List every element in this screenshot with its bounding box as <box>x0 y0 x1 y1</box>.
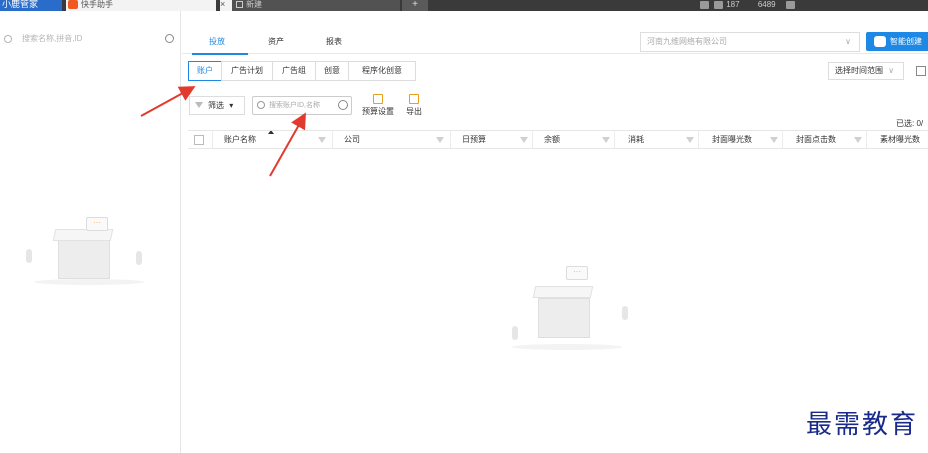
column-divider <box>212 131 213 148</box>
budget-settings-button[interactable]: 预算设置 <box>362 94 394 117</box>
box-lid <box>532 286 594 298</box>
filter-icon[interactable] <box>434 131 446 150</box>
title-bar: 小鹿管家 快手助手 × 新建 + 187 6489 <box>0 0 928 11</box>
tree-icon <box>26 249 32 263</box>
tab-reports[interactable]: 报表 <box>326 36 342 47</box>
search-placeholder: 搜索账户ID,名称 <box>269 102 320 109</box>
tab-programmatic-creative[interactable]: 程序化创意 <box>348 61 416 81</box>
column-divider <box>332 131 333 148</box>
smart-create-button[interactable]: 智能创建 <box>866 32 928 51</box>
filter-icon[interactable] <box>518 131 530 150</box>
column-account-name[interactable]: 账户名称 <box>224 131 256 150</box>
watermark: 最需教育 <box>806 410 919 440</box>
filter-icon[interactable] <box>684 131 696 150</box>
funnel-icon <box>195 102 203 108</box>
monitor-icon[interactable] <box>700 1 709 9</box>
selected-count: 已选: 0/ <box>896 119 924 128</box>
column-spend[interactable]: 消耗 <box>628 131 644 150</box>
company-select-value: 河南九维网络有限公司 <box>647 37 727 46</box>
history-icon[interactable] <box>338 100 348 110</box>
tab-account[interactable]: 账户 <box>188 61 222 81</box>
user-id[interactable]: 6489 <box>758 0 776 9</box>
account-sidebar: 搜索名称,拼音,ID ··· <box>0 11 181 453</box>
app-title: 小鹿管家 <box>2 0 39 9</box>
column-material-impressions[interactable]: 素材曝光数 <box>880 131 920 150</box>
user-icon[interactable] <box>785 1 795 9</box>
account-search-input[interactable]: 搜索名称,拼音,ID <box>4 32 178 46</box>
history-icon[interactable] <box>165 34 174 43</box>
tab-delivery[interactable]: 投放 <box>209 36 225 47</box>
table-header: 账户名称 公司 日预算 余额 消耗 封面曝光数 封面点击数 素材曝光数 <box>188 130 928 149</box>
column-divider <box>698 131 699 148</box>
time-range-select[interactable]: 选择时间范围 ∨ <box>828 62 904 80</box>
caret-down-icon: ▾ <box>229 101 234 110</box>
tree-icon <box>512 326 518 340</box>
column-cover-clicks[interactable]: 封面点击数 <box>796 131 836 150</box>
ground-shadow <box>512 344 622 350</box>
page-icon <box>236 1 243 8</box>
column-company[interactable]: 公司 <box>344 131 360 150</box>
tab-creative[interactable]: 创意 <box>315 61 349 81</box>
export-button[interactable]: 导出 <box>406 94 422 117</box>
budget-icon <box>373 94 383 104</box>
columns-icon[interactable] <box>916 66 926 76</box>
tree-icon <box>622 306 628 320</box>
app-tab-xiaolu[interactable]: 小鹿管家 <box>0 0 62 11</box>
filter-label: 筛选 <box>208 101 224 110</box>
message-bubble-icon: ··· <box>86 217 108 231</box>
smart-create-label: 智能创建 <box>890 37 922 46</box>
column-divider <box>782 131 783 148</box>
tab-new[interactable]: 新建 <box>232 0 400 11</box>
export-icon <box>409 94 419 104</box>
column-daily-budget[interactable]: 日预算 <box>462 131 486 150</box>
tab-assets[interactable]: 资产 <box>268 36 284 47</box>
search-icon <box>4 35 12 43</box>
column-divider <box>450 131 451 148</box>
search-icon <box>257 101 265 109</box>
company-select[interactable]: 河南九维网络有限公司 ∨ <box>640 32 860 52</box>
tree-icon <box>136 251 142 265</box>
message-count: 187 <box>726 0 740 9</box>
tab-ad-plan[interactable]: 广告计划 <box>221 61 273 81</box>
app-tab-kuaishou[interactable]: 快手助手 <box>66 0 216 11</box>
empty-state-illustration: ··· <box>24 211 154 291</box>
column-divider <box>614 131 615 148</box>
kuaishou-logo-icon <box>68 0 78 9</box>
message-icon[interactable] <box>714 1 724 9</box>
select-all-checkbox[interactable] <box>194 135 204 145</box>
box-icon <box>538 298 590 338</box>
tab-new-label: 新建 <box>246 0 262 9</box>
column-divider <box>866 131 867 148</box>
chevron-down-icon: ∨ <box>845 37 851 46</box>
box-icon <box>58 239 110 279</box>
tab-ad-group[interactable]: 广告组 <box>272 61 316 81</box>
ground-shadow <box>34 279 144 285</box>
robot-icon <box>874 36 886 47</box>
message-bubble-icon: ··· <box>566 266 588 280</box>
budget-label: 预算设置 <box>362 107 394 116</box>
filter-icon[interactable] <box>316 131 328 150</box>
filter-button[interactable]: 筛选 ▾ <box>189 96 245 115</box>
filter-icon[interactable] <box>852 131 864 150</box>
chevron-down-icon: ∨ <box>888 66 895 75</box>
account-id-search-input[interactable]: 搜索账户ID,名称 <box>252 96 352 115</box>
time-range-label: 选择时间范围 <box>835 66 883 75</box>
filter-icon[interactable] <box>600 131 612 150</box>
close-tab-icon[interactable]: × <box>220 0 232 11</box>
active-tab-indicator <box>192 53 248 55</box>
filter-icon[interactable] <box>768 131 780 150</box>
column-divider <box>532 131 533 148</box>
app-tab-label: 快手助手 <box>81 0 113 9</box>
column-balance[interactable]: 余额 <box>544 131 560 150</box>
add-tab-button[interactable]: + <box>402 0 428 11</box>
status-area: 187 6489 <box>700 0 928 11</box>
column-cover-impressions[interactable]: 封面曝光数 <box>712 131 752 150</box>
table-empty-state-illustration: ··· <box>496 264 636 356</box>
export-label: 导出 <box>406 107 422 116</box>
search-placeholder: 搜索名称,拼音,ID <box>22 34 83 43</box>
